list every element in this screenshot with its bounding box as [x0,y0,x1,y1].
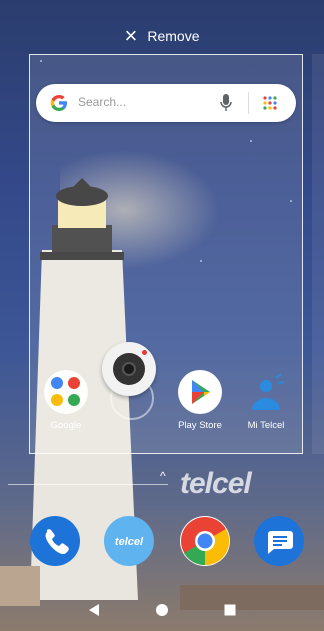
home-button[interactable] [155,603,169,622]
message-icon [268,531,293,554]
close-icon: × [124,23,138,48]
google-folder-icon [44,370,88,414]
mi-telcel-icon [244,370,288,414]
telcel-icon: telcel [115,536,144,548]
app-grid-icon[interactable] [262,95,278,111]
phone-app[interactable] [30,516,80,566]
search-divider [248,92,249,114]
navigation-bar [0,594,324,631]
remove-label: Remove [147,28,200,44]
google-folder[interactable]: Google [34,370,98,431]
camera-app-icon-dragging[interactable] [102,342,156,396]
svg-text:telcel: telcel [115,536,144,548]
camera-dot [142,350,147,355]
back-icon [89,604,99,616]
play-store-icon [178,370,222,414]
home-icon [156,604,168,616]
mi-telcel-app[interactable]: Mi Telcel [234,370,298,431]
camera-lens-icon [113,353,145,385]
mic-icon[interactable] [219,93,233,113]
chrome-icon [181,517,230,566]
remove-drop-target[interactable]: × Remove [0,22,324,50]
next-page-edge [312,54,324,454]
chrome-app[interactable] [180,516,230,566]
google-search-bar[interactable]: Search... [36,84,296,122]
messages-app[interactable] [254,516,304,566]
google-g-icon [50,95,67,111]
app-drawer-line [8,484,168,485]
chevron-up-icon[interactable]: ^ [160,469,166,483]
search-placeholder: Search... [78,95,127,109]
app-label-mi-telcel: Mi Telcel [247,420,285,431]
telcel-watermark: telcel [180,467,252,500]
recents-icon [224,604,236,616]
play-store-app[interactable]: Play Store [168,370,232,431]
recents-button[interactable] [223,603,237,622]
phone-icon [45,529,69,555]
telcel-app[interactable]: telcel [104,516,154,566]
back-button[interactable] [87,603,101,622]
app-label-google: Google [50,420,82,431]
app-label-play-store: Play Store [178,420,222,431]
